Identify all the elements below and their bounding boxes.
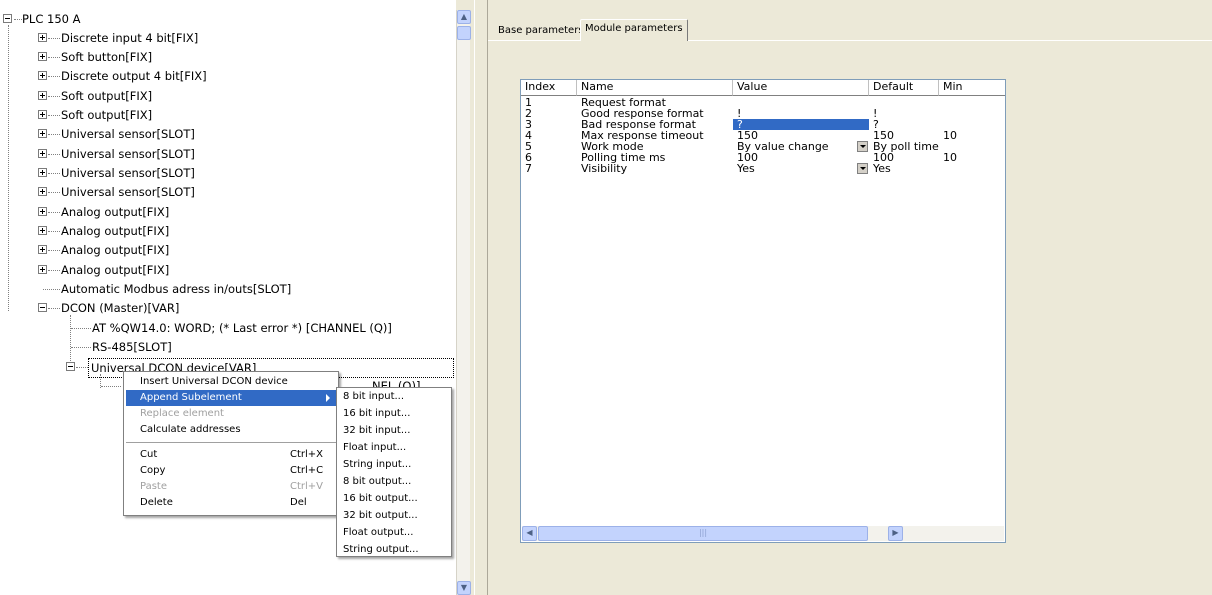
tree-item-label: Automatic Modbus adress in/outs[SLOT] (61, 282, 292, 296)
tab-base-parameters[interactable]: Base parameters (494, 22, 588, 42)
column-header-name[interactable]: Name (577, 80, 733, 96)
dropdown-arrow-icon[interactable] (857, 163, 868, 174)
submenu-item[interactable]: 16 bit output... (339, 490, 418, 507)
expand-icon[interactable] (38, 71, 47, 80)
tree-item-label: AT %QW14.0: WORD; (* Last error *) [CHAN… (92, 321, 392, 335)
submenu-item[interactable]: String output... (339, 541, 419, 558)
submenu-item[interactable]: Float input... (339, 439, 406, 456)
tree-item-label: Universal sensor[SLOT] (61, 147, 195, 161)
pane-splitter[interactable] (474, 0, 488, 595)
submenu-item[interactable]: Float output... (339, 524, 413, 541)
table-row[interactable]: 7 Visibility Yes Yes (521, 162, 1005, 175)
menu-item-label: Calculate addresses (140, 424, 241, 435)
tree-item-label: Universal sensor[SLOT] (61, 166, 195, 180)
menu-item-label: Replace element (140, 408, 224, 419)
shortcut: Del (290, 497, 307, 508)
tab-module-parameters[interactable]: Module parameters (580, 19, 688, 41)
tree-item-label: Universal sensor[SLOT] (61, 185, 195, 199)
submenu-item[interactable]: 8 bit output... (339, 473, 411, 490)
expand-icon[interactable] (38, 245, 47, 254)
scroll-down-icon[interactable]: ▼ (457, 581, 471, 595)
cell-index: 7 (525, 162, 532, 175)
parameters-pane: Base parameters Module parameters Index … (488, 0, 1212, 595)
submenu-item[interactable]: 16 bit input... (339, 405, 410, 422)
menu-item-calculate-addresses[interactable]: Calculate addresses (126, 422, 336, 438)
tree-item-label: Soft button[FIX] (61, 50, 153, 64)
menu-item-label: Paste (140, 481, 167, 492)
scroll-right-icon[interactable]: ▶ (888, 526, 903, 541)
cell-value[interactable]: Yes (733, 163, 755, 174)
expand-icon[interactable] (38, 187, 47, 196)
expand-icon[interactable] (38, 265, 47, 274)
column-header-index[interactable]: Index (521, 80, 577, 96)
column-header-default[interactable]: Default (869, 80, 939, 96)
expand-icon[interactable] (38, 149, 47, 158)
menu-item-label: Append Subelement (140, 392, 242, 403)
scroll-thumb[interactable] (457, 26, 471, 40)
expand-icon[interactable] (38, 52, 47, 61)
submenu-item[interactable]: 8 bit input... (339, 388, 404, 405)
menu-item-replace-element[interactable]: Replace element (126, 406, 336, 422)
tree-item-label: Discrete output 4 bit[FIX] (61, 69, 207, 83)
append-subelement-submenu: 8 bit input... 16 bit input... 32 bit in… (336, 387, 452, 557)
tree-item-label: Universal sensor[SLOT] (61, 127, 195, 141)
scroll-up-icon[interactable]: ▲ (457, 10, 471, 24)
menu-item-cut[interactable]: Cut Ctrl+X (126, 447, 336, 463)
menu-item-paste[interactable]: Paste Ctrl+V (126, 479, 336, 495)
tree-line (8, 25, 9, 311)
parameters-grid[interactable]: Index Name Value Default Min 1 Request f… (520, 79, 1006, 543)
expand-icon[interactable] (38, 110, 47, 119)
menu-separator (126, 442, 336, 443)
tree-item-label: Analog output[FIX] (61, 224, 170, 238)
collapse-icon[interactable] (3, 14, 12, 23)
menu-item-copy[interactable]: Copy Ctrl+C (126, 463, 336, 479)
collapse-icon[interactable] (38, 303, 47, 312)
submenu-arrow-icon (326, 394, 330, 402)
tree-item-label: RS-485[SLOT] (92, 340, 172, 354)
menu-item-label: Insert Universal DCON device (140, 376, 288, 387)
tree-vertical-scrollbar[interactable]: ▲ ▼ (456, 10, 471, 595)
submenu-item[interactable]: 32 bit input... (339, 422, 410, 439)
cell-min: 10 (943, 151, 957, 164)
context-menu: Insert Universal DCON device Append Sube… (123, 371, 339, 516)
submenu-item[interactable]: 32 bit output... (339, 507, 418, 524)
expand-icon[interactable] (38, 207, 47, 216)
cell-min: 10 (943, 129, 957, 142)
shortcut: Ctrl+V (290, 481, 324, 492)
tree-item-label: Analog output[FIX] (61, 205, 170, 219)
shortcut: Ctrl+C (290, 465, 324, 476)
tree-item-label: Discrete input 4 bit[FIX] (61, 31, 199, 45)
tree-item-label: Analog output[FIX] (61, 263, 170, 277)
tree-item-label: Soft output[FIX] (61, 89, 153, 103)
expand-icon[interactable] (38, 33, 47, 42)
column-header-value[interactable]: Value (733, 80, 869, 96)
tree-item-label: Analog output[FIX] (61, 243, 170, 257)
menu-item-label: Copy (140, 465, 166, 476)
menu-item-label: Cut (140, 449, 158, 460)
shortcut: Ctrl+X (290, 449, 324, 460)
cell-name: Visibility (581, 162, 628, 175)
dropdown-arrow-icon[interactable] (857, 141, 868, 152)
tree-item-label: PLC 150 A (22, 12, 81, 26)
submenu-item[interactable]: String input... (339, 456, 411, 473)
column-header-min[interactable]: Min (939, 80, 1005, 96)
expand-icon[interactable] (38, 168, 47, 177)
menu-item-insert-device[interactable]: Insert Universal DCON device (126, 374, 336, 390)
menu-item-label: Delete (140, 497, 173, 508)
cell-default: Yes (873, 162, 891, 175)
scroll-left-icon[interactable]: ◀ (522, 526, 537, 541)
tree-item-label: DCON (Master)[VAR] (61, 301, 180, 315)
menu-item-delete[interactable]: Delete Del (126, 495, 336, 511)
scroll-thumb[interactable]: ||| (538, 526, 868, 541)
collapse-icon[interactable] (66, 362, 75, 371)
tree-item-label: Soft output[FIX] (61, 108, 153, 122)
menu-item-append-subelement[interactable]: Append Subelement (126, 390, 336, 406)
expand-icon[interactable] (38, 91, 47, 100)
expand-icon[interactable] (38, 226, 47, 235)
grid-horizontal-scrollbar[interactable]: ◀ ||| ▶ (522, 526, 1004, 541)
expand-icon[interactable] (38, 129, 47, 138)
